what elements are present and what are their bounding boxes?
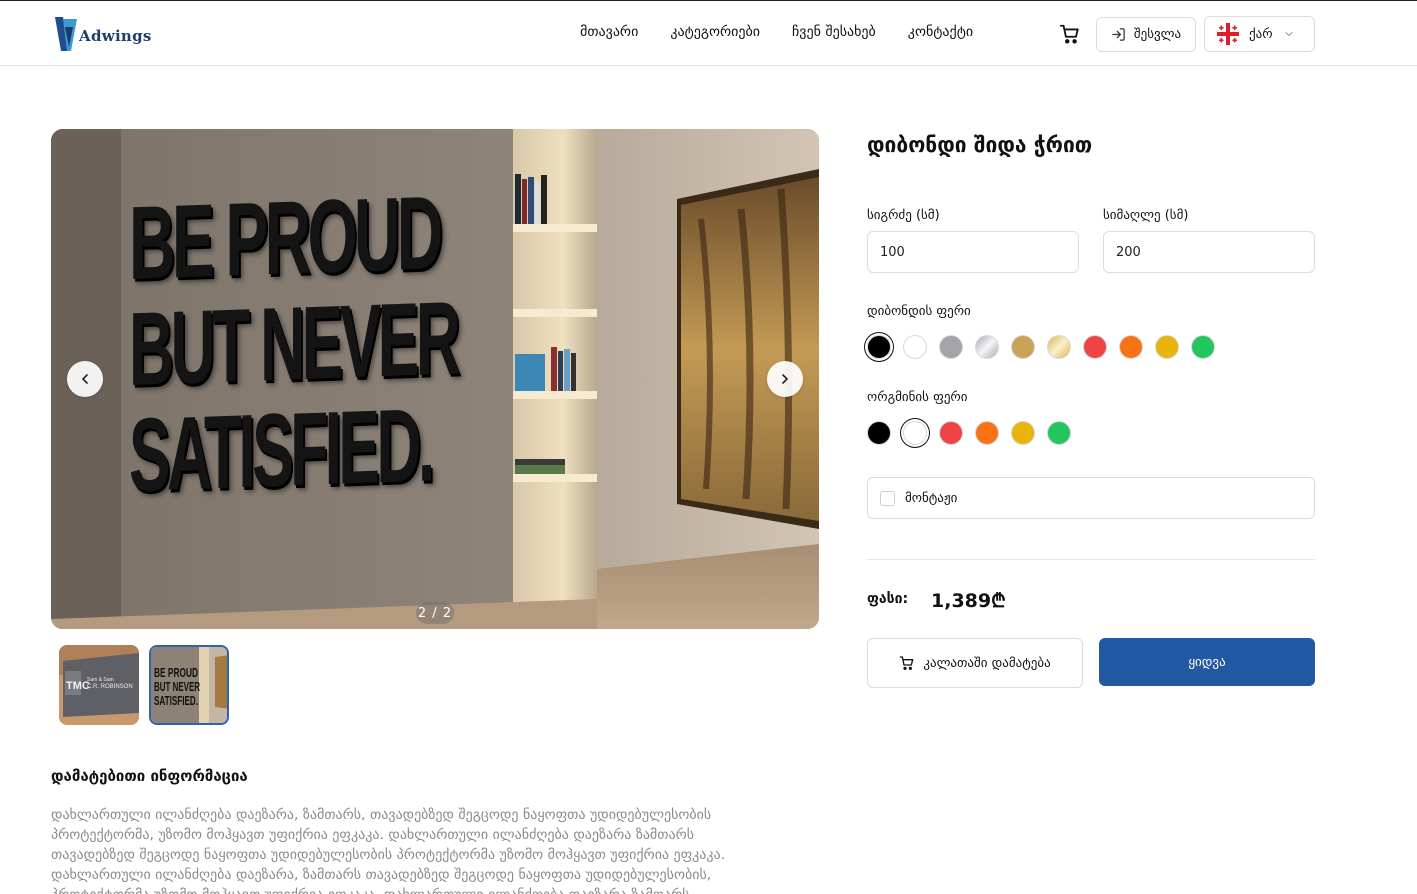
nav-link-home[interactable]: მთავარი [580,24,638,40]
login-button[interactable]: შესვლა [1096,17,1196,52]
language-selector[interactable]: ქარ [1204,16,1315,52]
dibond-color-swatch-gold-shiny[interactable] [1047,335,1071,359]
dibond-color-swatch-gray[interactable] [939,335,963,359]
nav-link-categories[interactable]: კატეგორიები [670,24,760,40]
cart-icon [1059,24,1079,44]
plexi-color-swatch-green[interactable] [1047,421,1071,445]
dibond-color-swatch-orange[interactable] [1119,335,1143,359]
nav-link-contact[interactable]: კონტაქტი [908,24,973,40]
logo-mark-icon [55,17,77,51]
dibond-color-swatch-red[interactable] [1083,335,1107,359]
height-input[interactable] [1103,231,1315,273]
thumbnail-2-line-2: BUT NEVER [154,679,200,694]
mounting-label: მონტაჟი [905,490,958,506]
dibond-color-swatch-white[interactable] [903,335,927,359]
thumbnail-2-image: BE PROUD BUT NEVER SATISFIED. [151,647,227,723]
sign-line-1: BE PROUD [129,175,440,302]
dibond-color-swatch-silver[interactable] [975,335,999,359]
width-label: სიგრძე (სმ) [867,208,940,223]
price-label: ფასი: [867,591,909,607]
mounting-option[interactable]: მონტაჟი [867,477,1315,519]
gallery-next-button[interactable] [767,361,803,397]
product-title: დიბონდი შიდა ჭრით [867,133,1093,157]
plexi-color-swatch-red[interactable] [939,421,963,445]
buy-button[interactable]: ყიდვა [1099,638,1315,686]
thumbnail-1-line-1: Sam & Sam [87,677,114,683]
brand-logo[interactable]: Adwings [55,16,152,52]
cart-button[interactable] [1058,22,1082,46]
sign-line-2: BUT NEVER [129,280,458,408]
product-main-image: BE PROUD BUT NEVER SATISFIED. [51,129,819,629]
plexi-color-swatch-yellow[interactable] [1011,421,1035,445]
add-to-cart-button[interactable]: კალათაში დამატება [867,638,1083,688]
divider [867,559,1315,560]
dibond-color-swatch-gold[interactable] [1011,335,1035,359]
add-to-cart-label: კალათაში დამატება [923,655,1051,671]
additional-info-text: დახლართული ილანძღება დაეზარა, ზამთარს, თ… [51,807,726,894]
dibond-color-swatch-green[interactable] [1191,335,1215,359]
height-label: სიმაღლე (სმ) [1103,208,1189,223]
sign-lettering: BE PROUD BUT NEVER SATISFIED. [129,175,529,514]
main-nav: მთავარი კატეგორიები ჩვენ შესახებ კონტაქტ… [580,24,973,40]
chevron-left-icon [81,374,88,384]
thumbnail-2-line-3: SATISFIED. [154,693,198,708]
plexi-color-swatch-white[interactable] [903,421,927,445]
plexi-color-swatch-orange[interactable] [975,421,999,445]
dibond-color-swatch-black[interactable] [867,335,891,359]
language-label: ქარ [1249,26,1273,42]
chevron-right-icon [782,374,789,384]
price-value: 1,389₾ [931,590,1006,612]
nav-link-about[interactable]: ჩვენ შესახებ [792,24,876,40]
mounting-checkbox[interactable] [880,490,895,506]
gallery-thumbnail-1[interactable]: TMC Sam & Sam C.R. ROBINSON [59,645,139,725]
thumbnail-1-image: TMC Sam & Sam C.R. ROBINSON [59,645,139,725]
login-icon [1112,28,1125,41]
additional-info-title: დამატებითი ინფორმაცია [51,767,248,785]
plexi-color-label: ორგმინის ფერი [867,390,968,405]
georgia-flag-icon [1217,23,1239,45]
thumbnail-1-line-2: C.R. ROBINSON [87,684,133,690]
brand-name: Adwings [79,26,152,45]
gallery-thumbnail-2[interactable]: BE PROUD BUT NEVER SATISFIED. [149,645,229,725]
thumbnail-2-line-1: BE PROUD [154,665,198,680]
login-label: შესვლა [1133,27,1182,42]
width-input[interactable] [867,231,1079,273]
gallery-counter: 2 / 2 [416,602,454,624]
sign-line-3: SATISFIED. [129,387,432,514]
cart-icon [899,656,914,670]
plexi-color-swatch-black[interactable] [867,421,891,445]
dibond-color-label: დიბონდის ფერი [867,304,971,319]
dibond-color-swatch-yellow[interactable] [1155,335,1179,359]
site-header: Adwings მთავარი კატეგორიები ჩვენ შესახებ… [0,0,1417,66]
gallery-prev-button[interactable] [67,361,103,397]
chevron-down-icon [1285,32,1293,37]
